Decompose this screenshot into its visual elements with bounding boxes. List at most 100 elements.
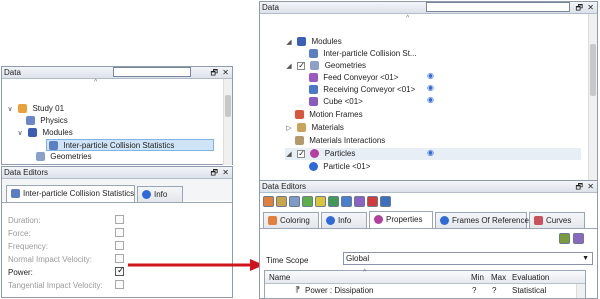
toolbar-icon-7[interactable] [341,196,352,207]
toolbar-icon-3[interactable] [289,196,300,207]
geometries-icon [36,152,45,162]
tree-item-geometries[interactable]: ◢ Geometries [285,60,366,72]
expanded-icon[interactable]: ◢ [285,37,293,49]
toolbar-icon-4[interactable] [302,196,313,207]
tab-coloring[interactable]: Coloring [263,212,319,228]
tree-item-receiving-conveyor[interactable]: Receiving Conveyor <01> [309,84,415,96]
tree-item-collision-stats[interactable]: Inter-particle Collision Statistics [46,139,214,151]
document-icon [49,141,58,151]
force-checkbox[interactable] [115,228,124,237]
pin-icon[interactable]: 🗗 [575,181,583,193]
collapse-icon[interactable]: ∨ [16,128,24,140]
toolbar-icon-9[interactable] [367,196,378,207]
motion-frames-icon [295,110,304,120]
tree-item-study[interactable]: ∨ Study 01 [6,103,64,115]
frequency-checkbox[interactable] [115,241,124,250]
toolbar-icon-1[interactable] [263,196,274,207]
pin-icon[interactable]: 🗗 [210,167,218,179]
column-header-evaluation[interactable]: Evaluation [512,273,549,282]
right-editors-header: Data Editors 🗗 ✕ [260,181,597,193]
power-checkbox[interactable] [115,265,125,276]
particle-icon [309,162,318,172]
column-header-max[interactable]: Max [491,273,506,282]
tree-item-modules[interactable]: ∨ Modules [16,127,73,139]
red-arrow [128,259,264,271]
right-editors-panel: Data Editors 🗗 ✕ Coloring Info Propertie… [259,180,598,299]
time-scope-value: Global [346,254,370,263]
column-header-name[interactable]: Name [269,273,290,282]
tree-item-geometries[interactable]: Geometries [36,151,92,163]
prop-label-force: Force: [8,229,31,238]
close-icon[interactable]: ✕ [587,181,594,193]
right-data-header: Data 🗗 ✕ [260,2,597,14]
tab-collision-stats[interactable]: Inter-particle Collision Statistics [6,185,135,202]
visibility-eye-icon[interactable]: ◉ [427,83,434,92]
modules-icon [28,128,38,138]
tree-item-motion-frames[interactable]: Motion Frames [295,109,363,121]
tree-item-cube[interactable]: Cube <01> [309,96,363,108]
tree-item-modules[interactable]: ◢ Modules [285,36,342,48]
toolbar-icon-10[interactable] [380,196,391,207]
tree-item-physics[interactable]: Physics [26,115,68,127]
collapse-icon[interactable]: ∨ [6,104,14,116]
document-icon [11,189,20,199]
tree-item-particle-01[interactable]: Particle <01> [309,161,370,173]
tree-item-materials-interactions[interactable]: Materials Interactions [295,135,385,147]
right-data-title: Data [262,3,279,12]
conveyor-icon [309,85,318,95]
visibility-eye-icon[interactable]: ◉ [427,71,434,80]
toolbar-icon-5[interactable] [315,196,326,207]
materials-interactions-icon [295,136,304,146]
visibility-eye-icon[interactable]: ◉ [427,148,434,157]
expand-icon[interactable]: ▷ [285,123,293,135]
close-icon[interactable]: ✕ [587,2,594,14]
right-tree-scrollbar[interactable] [588,14,597,180]
geometries-checkbox[interactable] [297,60,306,72]
tab-info[interactable]: Info [137,186,183,202]
tab-frames-of-reference[interactable]: Frames Of Reference [435,212,529,228]
properties-icon [374,215,383,225]
edit-curve-icon[interactable] [573,233,584,244]
visibility-eye-icon[interactable]: ◉ [427,95,434,104]
sort-caret-icon: ^ [406,15,410,22]
close-icon[interactable]: ✕ [222,67,229,79]
frames-icon [440,216,449,226]
tab-properties[interactable]: Properties [369,211,433,228]
column-header-min[interactable]: Min [471,273,484,282]
tree-item-feed-conveyor[interactable]: Feed Conveyor <01> [309,72,398,84]
tree-item-collision-stats[interactable]: Inter-particle Collision St... [309,48,417,60]
pin-icon[interactable]: 🗗 [575,2,583,14]
coloring-icon [268,216,277,226]
info-icon [326,216,335,226]
left-editors-panel: Data Editors 🗗 ✕ Inter-particle Collisio… [1,166,233,298]
cube-icon [309,97,318,107]
duration-checkbox[interactable] [115,215,124,224]
tangential-impact-checkbox[interactable] [115,280,124,289]
physics-icon [26,116,35,126]
prop-label-normal-impact: Normal Impact Velocity: [8,255,93,264]
add-curve-icon[interactable] [559,233,570,244]
toolbar-icon-2[interactable] [276,196,287,207]
close-icon[interactable]: ✕ [222,167,229,179]
tab-curves[interactable]: Curves [529,212,585,228]
expanded-icon[interactable]: ◢ [285,149,293,161]
property-icon: ⁋ [295,285,301,294]
toolbar-icon-8[interactable] [354,196,365,207]
toolbar-icon-6[interactable] [328,196,339,207]
tab-info[interactable]: Info [321,212,367,228]
left-tree-scrollbar[interactable] [223,79,232,165]
pin-icon[interactable]: 🗗 [210,67,218,79]
expanded-icon[interactable]: ◢ [285,61,293,73]
normal-impact-checkbox[interactable] [115,254,124,263]
curves-icon [534,216,543,226]
time-scope-select[interactable]: Global ▼ [343,252,593,265]
particles-checkbox[interactable] [297,148,306,160]
right-data-panel: Data 🗗 ✕ ^ ◢ Modules Inter-particle Coll… [259,1,598,181]
right-editors-title: Data Editors [262,182,307,191]
row-name: Power : Dissipation [305,286,374,295]
table-row[interactable]: ⁋ Power : Dissipation ? ? Statistical [265,285,577,297]
left-search-input[interactable] [113,67,191,77]
tree-item-materials[interactable]: ▷ Materials [285,122,344,134]
right-search-input[interactable] [426,2,570,12]
table-scrollbar[interactable] [576,284,585,298]
